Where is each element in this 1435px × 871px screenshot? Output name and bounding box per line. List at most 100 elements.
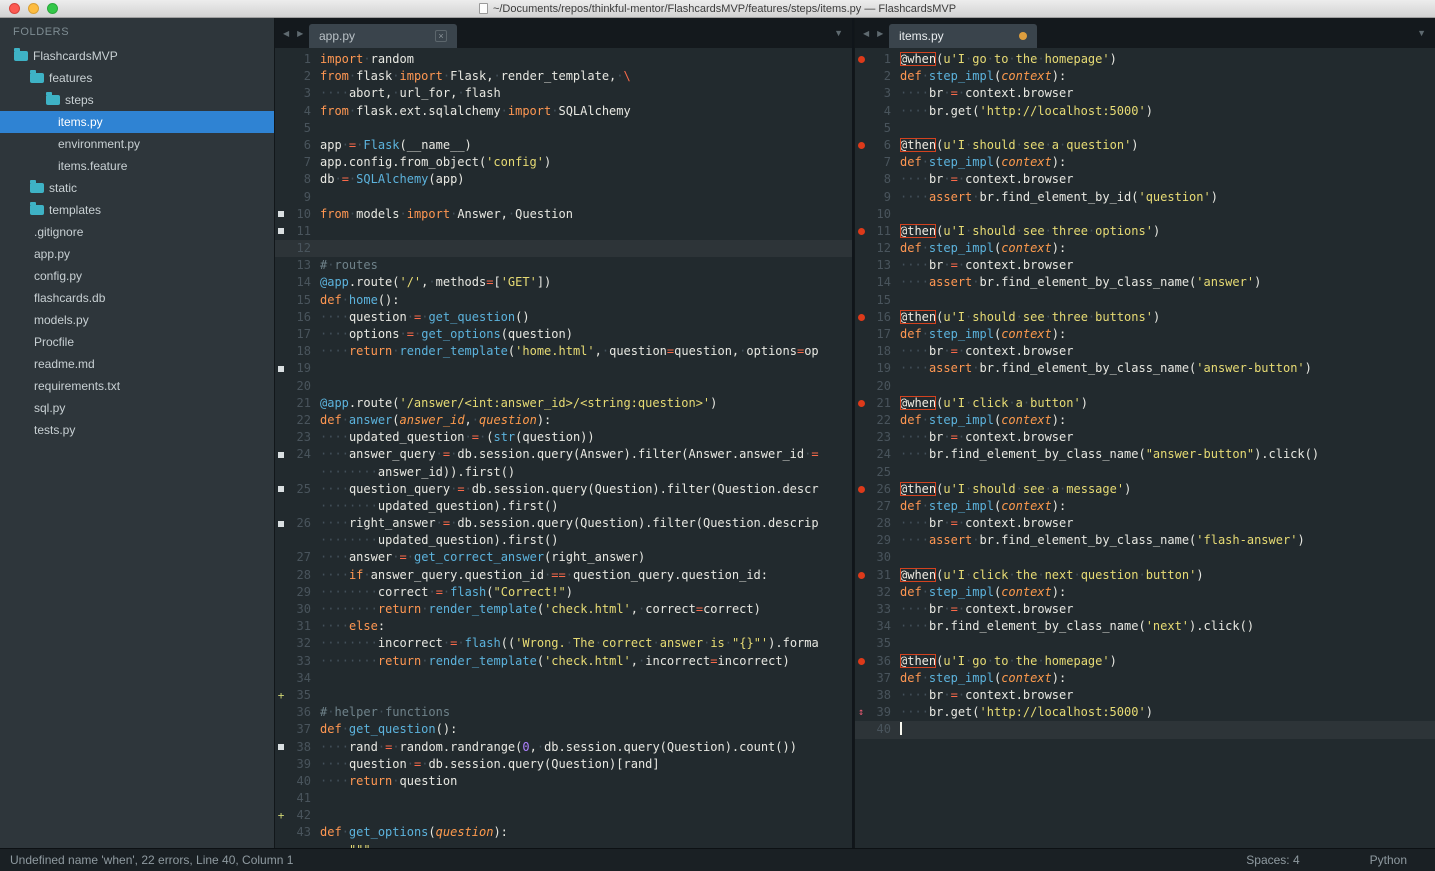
code-line[interactable]: 5 [855,120,1435,137]
code-line[interactable]: 1@when(u'I·go·to·the·homepage') [855,51,1435,68]
code-line[interactable]: 14@app.route('/',·methods=['GET']) [275,274,852,291]
code-line[interactable]: 11 [275,223,852,240]
code-line[interactable]: 6app·=·Flask(__name__) [275,137,852,154]
code-line[interactable]: 43def·get_options(question): [275,824,852,841]
code-line[interactable]: 38····rand·=·random.randrange(0,·db.sess… [275,739,852,756]
code-line[interactable]: 24····answer_query·=·db.session.query(An… [275,446,852,463]
code-line[interactable]: 8db·=·SQLAlchemy(app) [275,171,852,188]
code-line[interactable]: 4····br.get('http://localhost:5000') [855,103,1435,120]
code-line[interactable]: 17def·step_impl(context): [855,326,1435,343]
code-line[interactable]: 3····abort,·url_for,·flash [275,85,852,102]
sidebar-file--gitignore[interactable]: .gitignore [0,221,274,243]
code-line[interactable]: 36@then(u'I·go·to·the·homepage') [855,653,1435,670]
code-line[interactable]: 5 [275,120,852,137]
sidebar-file-items-py[interactable]: items.py [0,111,274,133]
sidebar-folder-templates[interactable]: templates [0,199,274,221]
code-line[interactable]: 34····br.find_element_by_class_name('nex… [855,618,1435,635]
code-line[interactable]: 11@then(u'I·should·see·three·options') [855,223,1435,240]
code-line[interactable]: 40 [855,721,1435,738]
code-line[interactable]: 28····br·=·context.browser [855,515,1435,532]
code-line[interactable]: 7def·step_impl(context): [855,154,1435,171]
sidebar-file-items-feature[interactable]: items.feature [0,155,274,177]
code-line[interactable]: 34 [275,670,852,687]
code-line[interactable]: 38····br·=·context.browser [855,687,1435,704]
code-line[interactable]: 41 [275,790,852,807]
code-line[interactable]: 32········incorrect·=·flash(('Wrong.·The… [275,635,852,652]
sidebar-file-Procfile[interactable]: Procfile [0,331,274,353]
sidebar-file-config-py[interactable]: config.py [0,265,274,287]
close-window-button[interactable] [9,3,20,14]
tab-list-dropdown-icon[interactable]: ▼ [1417,28,1426,38]
code-line[interactable]: 16····question·=·get_question() [275,309,852,326]
code-line[interactable]: 33····br·=·context.browser [855,601,1435,618]
code-line[interactable]: 2from·flask·import·Flask,·render_templat… [275,68,852,85]
code-line[interactable]: 2def·step_impl(context): [855,68,1435,85]
tab-list-dropdown-icon[interactable]: ▼ [834,28,843,38]
sidebar-folder-static[interactable]: static [0,177,274,199]
code-line[interactable]: 9 [275,189,852,206]
code-line[interactable]: +35 [275,687,852,704]
code-line[interactable]: 19 [275,360,852,377]
tab-prev-icon[interactable]: ◀ [281,27,291,40]
code-line[interactable]: 27def·step_impl(context): [855,498,1435,515]
sidebar-file-sql-py[interactable]: sql.py [0,397,274,419]
sidebar-file-flashcards-db[interactable]: flashcards.db [0,287,274,309]
code-line[interactable]: 25 [855,464,1435,481]
code-line[interactable]: 27····answer·=·get_correct_answer(right_… [275,549,852,566]
tab-next-icon[interactable]: ▶ [875,27,885,40]
sidebar-file-readme-md[interactable]: readme.md [0,353,274,375]
code-line[interactable]: 30········return·render_template('check.… [275,601,852,618]
sidebar-file-models-py[interactable]: models.py [0,309,274,331]
code-line[interactable]: 29········correct·=·flash("Correct!") [275,584,852,601]
code-line[interactable]: 21@when(u'I·click·a·button') [855,395,1435,412]
zoom-window-button[interactable] [47,3,58,14]
code-line[interactable]: 35 [855,635,1435,652]
code-line[interactable]: 31····else: [275,618,852,635]
code-line[interactable]: 29····assert·br.find_element_by_class_na… [855,532,1435,549]
code-line[interactable]: 14····assert·br.find_element_by_class_na… [855,274,1435,291]
code-line[interactable]: 22def·answer(answer_id,·question): [275,412,852,429]
code-line[interactable]: ↕39····br.get('http://localhost:5000') [855,704,1435,721]
sidebar-folder-features[interactable]: features [0,67,274,89]
code-line[interactable]: 28····if·answer_query.question_id·==·que… [275,567,852,584]
code-line[interactable]: 40····return·question [275,773,852,790]
code-line[interactable]: 30 [855,549,1435,566]
code-line[interactable]: 8····br·=·context.browser [855,171,1435,188]
code-line[interactable]: 17····options·=·get_options(question) [275,326,852,343]
code-line[interactable]: 39····question·=·db.session.query(Questi… [275,756,852,773]
code-line[interactable]: 18····br·=·context.browser [855,343,1435,360]
sidebar-file-environment-py[interactable]: environment.py [0,133,274,155]
tab-prev-icon[interactable]: ◀ [861,27,871,40]
code-line[interactable]: 37def·get_question(): [275,721,852,738]
code-line[interactable]: 15 [855,292,1435,309]
code-line[interactable]: 37def·step_impl(context): [855,670,1435,687]
code-line[interactable]: 24····br.find_element_by_class_name("ans… [855,446,1435,463]
indentation-status[interactable]: Spaces: 4 [1246,853,1299,867]
code-line[interactable]: 20 [275,378,852,395]
code-line[interactable]: 13#·routes [275,257,852,274]
sidebar-file-app-py[interactable]: app.py [0,243,274,265]
code-line[interactable]: 26····right_answer·=·db.session.query(Qu… [275,515,852,532]
code-line[interactable]: 20 [855,378,1435,395]
code-line[interactable]: 10 [855,206,1435,223]
code-line[interactable]: +42 [275,807,852,824]
code-line[interactable]: 10from·models·import·Answer,·Question [275,206,852,223]
code-line[interactable]: 12def·step_impl(context): [855,240,1435,257]
syntax-status[interactable]: Python [1370,853,1407,867]
code-line[interactable]: 15def·home(): [275,292,852,309]
tab-app-py[interactable]: app.py × [309,24,457,48]
code-line[interactable]: 25····question_query·=·db.session.query(… [275,481,852,498]
code-line[interactable]: ········answer_id)).first() [275,464,852,481]
code-line[interactable]: 12 [275,240,852,257]
code-line[interactable]: 21@app.route('/answer/<int:answer_id>/<s… [275,395,852,412]
code-line[interactable]: 3····br·=·context.browser [855,85,1435,102]
code-line[interactable]: 7app.config.from_object('config') [275,154,852,171]
code-line[interactable]: ········updated_question).first() [275,532,852,549]
code-line[interactable]: 9····assert·br.find_element_by_id('quest… [855,189,1435,206]
code-line[interactable]: 16@then(u'I·should·see·three·buttons') [855,309,1435,326]
code-line[interactable]: 19····assert·br.find_element_by_class_na… [855,360,1435,377]
code-line[interactable]: 26@then(u'I·should·see·a·message') [855,481,1435,498]
code-line[interactable]: 31@when(u'I·click·the·next·question·butt… [855,567,1435,584]
sidebar-file-tests-py[interactable]: tests.py [0,419,274,441]
code-line[interactable]: 33········return·render_template('check.… [275,653,852,670]
